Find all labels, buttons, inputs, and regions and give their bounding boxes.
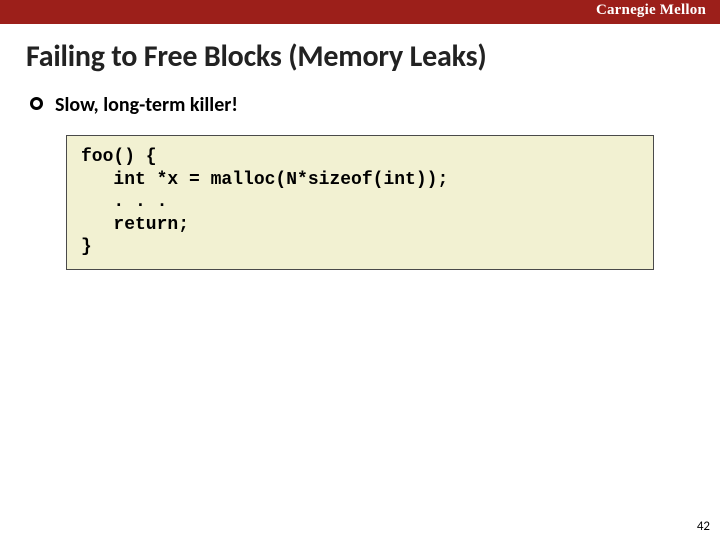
code-block: foo() { int *x = malloc(N*sizeof(int)); … bbox=[66, 135, 654, 270]
brand-label: Carnegie Mellon bbox=[596, 2, 706, 19]
bullet-item: Slow, long-term killer! bbox=[26, 93, 694, 117]
slide-title: Failing to Free Blocks (Memory Leaks) bbox=[26, 38, 720, 75]
slide-body: Slow, long-term killer! foo() { int *x =… bbox=[0, 93, 720, 270]
bullet-text: Slow, long-term killer! bbox=[55, 93, 238, 117]
header-bar: Carnegie Mellon bbox=[0, 0, 720, 24]
code-text: foo() { int *x = malloc(N*sizeof(int)); … bbox=[81, 146, 639, 259]
hollow-bullet-icon bbox=[30, 97, 43, 110]
page-number: 42 bbox=[697, 519, 710, 534]
